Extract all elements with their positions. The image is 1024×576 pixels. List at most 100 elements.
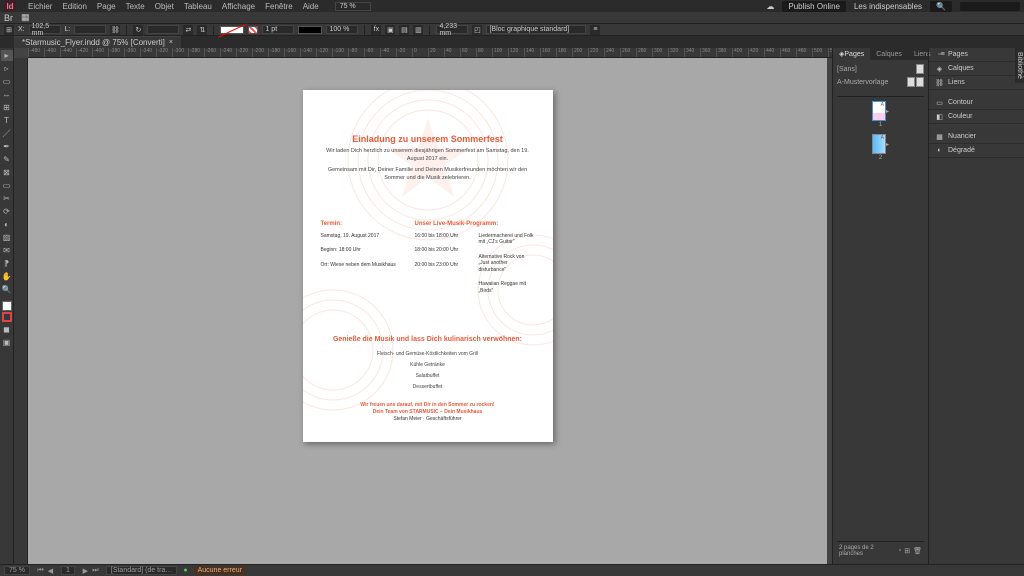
corner-field[interactable]: 4,233 mm	[436, 25, 468, 34]
wrap-icon[interactable]: ▣	[385, 25, 395, 35]
menu-file[interactable]: Eichier	[28, 2, 52, 11]
termin-row: Samstag, 19. August 2017	[321, 233, 401, 240]
menu-help[interactable]: Aide	[303, 2, 319, 11]
menu-edit[interactable]: Edition	[62, 2, 86, 11]
master-a[interactable]: A-Mustervorlage	[837, 79, 888, 86]
menu-table[interactable]: Tableau	[184, 2, 212, 11]
effects-icon[interactable]: fx	[371, 25, 381, 35]
direct-select-tool[interactable]: ▹	[1, 63, 13, 74]
document-tab[interactable]: *Starmusic_Flyer.indd @ 75% [Converti] ×	[14, 36, 181, 48]
align-icon[interactable]: ≡	[590, 25, 600, 35]
food-row: Fleisch- und Gemüse-Köstlichkeiten vom G…	[321, 351, 535, 357]
eyedropper-tool[interactable]: ⁋	[1, 258, 13, 269]
pasteboard[interactable]: Einladung zu unserem Sommerfest Wir lade…	[28, 58, 827, 564]
page-num-2: 2	[872, 155, 889, 161]
gap-tool[interactable]: ↔	[1, 89, 13, 100]
menu-object[interactable]: Objet	[155, 2, 174, 11]
edit-page-icon[interactable]: ▫	[899, 547, 901, 555]
stroke-swatch[interactable]	[248, 26, 258, 34]
cloud-icon[interactable]: ☁	[766, 2, 774, 11]
corner-icon[interactable]: ◰	[472, 25, 482, 35]
libraries-tab[interactable]: Bibliothè	[1015, 48, 1024, 83]
flip-v-icon[interactable]: ⇅	[197, 25, 207, 35]
stroke-style[interactable]	[298, 26, 322, 34]
gradient-swatch-tool[interactable]: ◐	[1, 219, 13, 230]
x-field[interactable]: 102,5 mm	[29, 25, 61, 34]
type-tool[interactable]: T	[1, 115, 13, 126]
color-icon: ◧	[935, 112, 944, 121]
last-page-icon[interactable]: ⏭	[91, 567, 100, 575]
line-tool[interactable]: ／	[1, 128, 13, 139]
content-collector-tool[interactable]: ⊞	[1, 102, 13, 113]
page-thumb-2[interactable]: A	[872, 134, 886, 154]
w-field[interactable]	[74, 25, 106, 34]
stroke-weight[interactable]: 1 pt	[262, 25, 294, 34]
apply-color-icon[interactable]: ◼	[1, 324, 13, 335]
publish-button[interactable]: Publish Online	[782, 1, 846, 12]
pages-icon: ▫	[935, 50, 944, 59]
stock-search-input[interactable]	[960, 2, 1020, 11]
link-wh-icon[interactable]: ⛓	[110, 25, 120, 35]
new-page-icon[interactable]: ⊞	[904, 547, 910, 555]
app-logo: Id	[4, 0, 16, 12]
zoom-tool[interactable]: 🔍	[1, 284, 13, 295]
flip-h-icon[interactable]: ⇄	[183, 25, 193, 35]
prev-page-icon[interactable]: ◀	[46, 567, 55, 575]
selection-tool[interactable]: ▸	[1, 50, 13, 61]
side-stroke[interactable]: ▭Contour	[929, 96, 1024, 110]
side-gradient[interactable]: ◐Dégradé	[929, 144, 1024, 158]
delete-page-icon[interactable]: 🗑	[913, 547, 922, 555]
workspace-dropdown[interactable]: Les indispensables	[854, 2, 922, 11]
side-swatches[interactable]: ▦Nuancier	[929, 130, 1024, 144]
side-color[interactable]: ◧Couleur	[929, 110, 1024, 124]
preflight-icon[interactable]: ●	[183, 567, 187, 574]
status-page[interactable]: 1	[61, 566, 75, 575]
status-zoom[interactable]: 75 %	[4, 566, 30, 575]
panel-tab-layers[interactable]: Calques	[870, 48, 908, 60]
scissors-tool[interactable]: ✂	[1, 193, 13, 204]
next-page-icon[interactable]: ▶	[81, 567, 90, 575]
transform-tool[interactable]: ⟳	[1, 206, 13, 217]
document-page[interactable]: Einladung zu unserem Sommerfest Wir lade…	[303, 90, 553, 442]
menu-page[interactable]: Page	[97, 2, 116, 11]
fill-swatch[interactable]	[220, 26, 244, 34]
menu-text[interactable]: Texte	[126, 2, 145, 11]
angle-field[interactable]	[147, 25, 179, 34]
zoom-dropdown[interactable]: 75 %	[335, 2, 371, 11]
stroke-color[interactable]	[2, 312, 12, 322]
hand-tool[interactable]: ✋	[1, 271, 13, 282]
master-none[interactable]: [Sans]	[837, 66, 857, 73]
page-tool[interactable]: ▭	[1, 76, 13, 87]
search-icon[interactable]: 🔍	[930, 1, 952, 12]
side-links[interactable]: ⛓Liens	[929, 76, 1024, 90]
rect-tool[interactable]: ▭	[1, 180, 13, 191]
wrap3-icon[interactable]: ▥	[413, 25, 423, 35]
arrange-icons[interactable]: ▦	[21, 12, 30, 23]
pencil-tool[interactable]: ✎	[1, 154, 13, 165]
side-pages[interactable]: ▫Pages	[929, 48, 1024, 62]
object-style-dropdown[interactable]: [Bloc graphique standard]	[486, 25, 586, 34]
rect-frame-tool[interactable]: ⊠	[1, 167, 13, 178]
status-error[interactable]: Aucune erreur	[194, 566, 246, 575]
bridge-icon[interactable]: Br	[4, 13, 13, 23]
tint-field[interactable]: 100 %	[326, 25, 358, 34]
close-tab-icon[interactable]: ×	[169, 39, 173, 46]
side-layers[interactable]: ◈Calques	[929, 62, 1024, 76]
menu-view[interactable]: Affichage	[222, 2, 255, 11]
status-layer[interactable]: [Standard] (de tra…	[106, 566, 177, 575]
first-page-icon[interactable]: ⏮	[36, 567, 45, 575]
page-thumb-1[interactable]: A	[872, 101, 886, 121]
menu-window[interactable]: Fenêtre	[265, 2, 293, 11]
ref-point-icon[interactable]: ⊞	[4, 25, 14, 35]
screen-mode-icon[interactable]: ▣	[1, 337, 13, 348]
note-tool[interactable]: ✉	[1, 245, 13, 256]
wrap2-icon[interactable]: ▤	[399, 25, 409, 35]
gradient-feather-tool[interactable]: ▨	[1, 232, 13, 243]
page-nav: ⏮ ◀	[36, 567, 55, 575]
panel-tab-pages[interactable]: ◈ Pages	[833, 48, 870, 60]
fill-color[interactable]	[2, 301, 12, 311]
swatches-icon: ▦	[935, 132, 944, 141]
horizontal-ruler: -480-460-440-420-400-380-360-340-320-300…	[28, 48, 832, 58]
pen-tool[interactable]: ✒	[1, 141, 13, 152]
rotate-icon[interactable]: ↻	[133, 25, 143, 35]
